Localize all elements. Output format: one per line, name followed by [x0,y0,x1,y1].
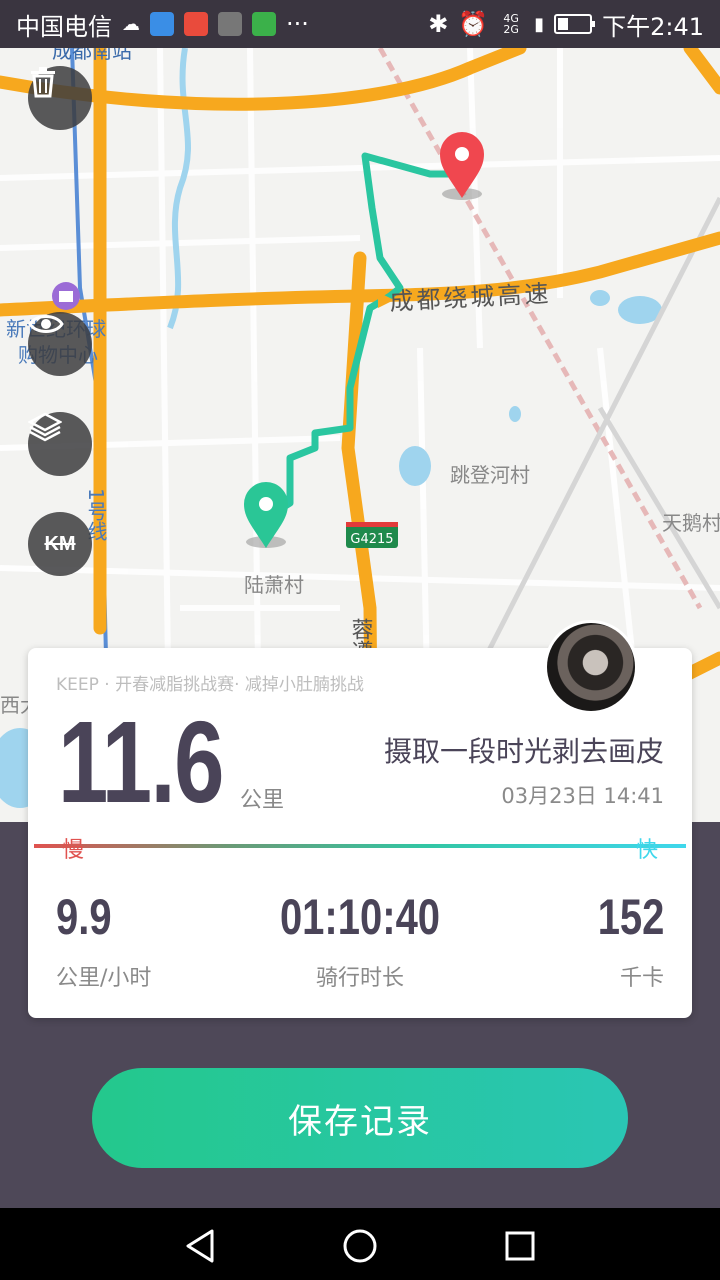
duration-value: 01:10:40 [279,889,441,945]
app-icon [252,12,276,36]
far-east-label: 天鹅村 [662,511,720,535]
save-record-button[interactable]: 保存记录 [92,1068,628,1168]
duration-label: 骑行时长 [315,966,404,991]
distance-value: 11.6 [58,697,224,827]
slow-label: 慢 [62,838,85,863]
back-triangle-icon [186,1229,214,1263]
highway-label: 成都绕城高速 [389,280,552,316]
highway-shield: G4215 [346,522,398,548]
fast-label: 快 [635,838,658,863]
recents-button[interactable] [500,1226,540,1266]
start-pin-icon [244,482,288,548]
speed-label: 公里/小时 [56,966,152,991]
km-label: KM [44,532,76,555]
signal-icon: ▮ [534,13,545,35]
layers-button[interactable] [28,412,92,476]
speed-gradient-bar [34,844,686,848]
navigation-bar [0,1208,720,1280]
alarm-icon: ⏰ [458,10,489,38]
battery-icon [554,14,596,34]
layers-icon [28,412,62,442]
visibility-button[interactable] [28,312,92,376]
avatar[interactable] [544,620,638,714]
village-west-label: 陆萧村 [244,573,304,597]
network-label: 4G 2G [503,12,519,36]
back-button[interactable] [180,1226,220,1266]
station-label: 成都南站 [52,48,132,63]
bluetooth-icon: ✱ [428,10,449,38]
weibo-icon [184,12,208,36]
clock: 下午2:41 [602,12,704,41]
shopping-icon [52,282,80,310]
calories-value: 152 [597,889,664,945]
recents-square-icon [505,1231,535,1261]
record-datetime: 03月23日 14:41 [501,784,664,808]
trash-icon [31,67,55,98]
calories-label: 千卡 [619,966,664,991]
home-circle-icon [343,1229,377,1263]
shield-label: G4215 [350,532,393,547]
carrier-label: 中国电信 [16,12,112,41]
km-markers-button[interactable]: KM [28,512,92,576]
app-icon [150,12,174,36]
delete-button[interactable] [28,66,92,130]
more-icon: ··· [286,10,309,38]
distance-unit: 公里 [240,788,285,813]
eye-icon [28,315,64,333]
app-icon [218,12,242,36]
village-east-label: 跳登河村 [450,463,530,487]
motto-text: 摄取一段时光剥去画皮 [383,735,664,768]
avatar-image [547,623,635,711]
home-button[interactable] [340,1226,380,1266]
speed-value: 9.9 [56,889,112,945]
cloud-icon: ☁ [122,13,140,35]
status-bar: 中国电信 ☁ ··· ✱ ⏰ 4G 2G ▮ 下午2:41 [0,0,720,48]
challenge-label: KEEP · 开春减脂挑战赛· 减掉小肚腩挑战 [56,675,364,695]
